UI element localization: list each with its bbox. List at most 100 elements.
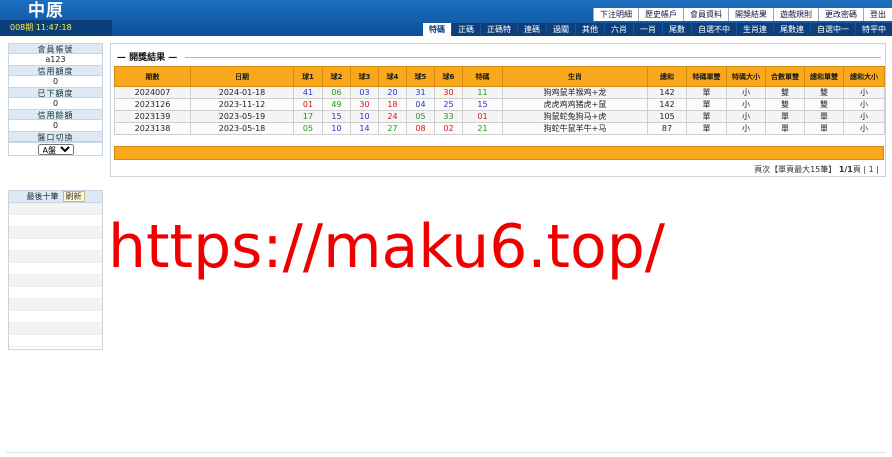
ball-cell: 04	[406, 98, 435, 111]
column-header: 合數單雙	[765, 66, 805, 87]
total-big-small-cell: 小	[843, 110, 885, 123]
top-link-3[interactable]: 開獎結果	[728, 8, 773, 21]
recent-bets-panel: 最後十筆 刷新	[8, 190, 103, 350]
composite-odd-even-cell: 單	[765, 110, 805, 123]
tab-2[interactable]: 正碼特	[481, 23, 517, 36]
account-value: a123	[8, 54, 103, 65]
tab-0[interactable]: 特碼	[423, 23, 451, 36]
issue-cell: 2023138	[114, 122, 191, 135]
composite-odd-even-cell: 雙	[765, 86, 805, 99]
tab-12[interactable]: 自選中一	[811, 23, 855, 36]
zodiac-cell: 虎虎鸡鸡猪虎+鼠	[502, 98, 648, 111]
top-link-2[interactable]: 會員資料	[683, 8, 728, 21]
tab-13[interactable]: 特平中	[856, 23, 892, 36]
top-link-5[interactable]: 更改密碼	[818, 8, 863, 21]
recent-bet-row	[9, 323, 102, 335]
column-header: 球1	[293, 66, 323, 87]
column-header: 球6	[434, 66, 463, 87]
credit-value: 0	[8, 76, 103, 87]
panel-title-text: 開獎結果	[129, 53, 166, 63]
refresh-button[interactable]: 刷新	[62, 191, 85, 202]
site-logo: 中原	[28, 1, 64, 21]
recent-bets-list	[9, 203, 102, 347]
tab-9[interactable]: 自選不中	[692, 23, 736, 36]
total-big-small-cell: 小	[843, 122, 885, 135]
zodiac-cell: 狗蛇牛鼠羊牛+马	[502, 122, 648, 135]
special-odd-even-cell: 單	[686, 98, 727, 111]
odds-switch-container: A盤	[8, 142, 103, 156]
tab-10[interactable]: 生肖連	[737, 23, 773, 36]
logo-area: 中原 008期 11:47:18	[0, 0, 112, 36]
watermark-url: https://maku6.top/	[108, 212, 665, 282]
tab-6[interactable]: 六肖	[605, 23, 633, 36]
tab-4[interactable]: 過關	[547, 23, 575, 36]
top-link-4[interactable]: 遊戲規則	[773, 8, 818, 21]
recent-bet-row	[9, 227, 102, 239]
column-header: 總和	[647, 66, 687, 87]
sum-cell: 87	[647, 122, 687, 135]
zodiac-cell: 狗鼠蛇兔狗马+虎	[502, 110, 648, 123]
ball-cell: 18	[378, 98, 407, 111]
period-clock: 008期 11:47:18	[0, 20, 112, 36]
top-link-0[interactable]: 下注明細	[593, 8, 638, 21]
game-tab-bar: 特碼 正碼 正碼特 連碼 過關 其他 六肖 一肖 尾數 自選不中 生肖連 尾數連 自選中一 特平中	[423, 23, 892, 36]
account-sidebar: 會員帳號 a123 信用額度 0 已下額度 0 信用餘額 0 盤口切換 A盤	[8, 43, 103, 156]
tab-11[interactable]: 尾數連	[774, 23, 810, 36]
recent-bet-row	[9, 215, 102, 227]
ball-cell: 24	[378, 110, 407, 123]
pagination: 頁次【單頁最大15筆】 1/1頁 | 1 |	[754, 164, 879, 175]
total-odd-even-cell: 單	[804, 110, 844, 123]
total-big-small-cell: 小	[843, 98, 885, 111]
date-cell: 2023-05-18	[190, 122, 294, 135]
tab-8[interactable]: 尾數	[663, 23, 691, 36]
ball-cell: 10	[350, 110, 379, 123]
sum-cell: 142	[647, 98, 687, 111]
issue-cell: 2023139	[114, 110, 191, 123]
special-cell: 11	[462, 86, 503, 99]
pager-links[interactable]: | 1 |	[863, 165, 879, 174]
ball-cell: 20	[378, 86, 407, 99]
table-header-row: 期數 日期 球1 球2 球3 球4 球5 球6 特碼 生肖 總和 特碼單雙 特碼大小 合數單雙 總和單雙 總和…	[114, 66, 885, 87]
ball-cell: 49	[322, 98, 351, 111]
column-header: 日期	[190, 66, 294, 87]
recent-bet-row	[9, 335, 102, 347]
results-table: 期數 日期 球1 球2 球3 球4 球5 球6 特碼 生肖 總和 特碼單雙 特碼大小 合數單雙 總和單雙 總和…	[114, 66, 885, 135]
switch-label: 盤口切換	[8, 131, 103, 142]
composite-odd-even-cell: 雙	[765, 98, 805, 111]
issue-cell: 2023126	[114, 98, 191, 111]
tab-3[interactable]: 連碼	[518, 23, 546, 36]
top-link-1[interactable]: 歷史帳戶	[638, 8, 683, 21]
tab-1[interactable]: 正碼	[452, 23, 480, 36]
ball-cell: 05	[406, 110, 435, 123]
results-panel: — 開獎結果 — 期數 日期 球1 球2 球3 球4 球5 球6 特碼 生肖 總和 特碼單雙 特碼大小合…	[110, 43, 886, 177]
tab-7[interactable]: 一肖	[634, 23, 662, 36]
ball-cell: 27	[378, 122, 407, 135]
column-header: 生肖	[502, 66, 648, 87]
top-link-6[interactable]: 登出	[863, 8, 892, 21]
special-big-small-cell: 小	[726, 122, 766, 135]
top-link-bar: 下注明細 歷史帳戶 會員資料 開獎結果 遊戲規則 更改密碼 登出	[593, 8, 892, 21]
tab-5[interactable]: 其他	[576, 23, 604, 36]
ball-cell: 41	[293, 86, 323, 99]
column-header: 總和單雙	[804, 66, 844, 87]
ball-cell: 17	[293, 110, 323, 123]
column-header: 期數	[114, 66, 191, 87]
pager-pages: 1/1	[838, 165, 853, 174]
special-big-small-cell: 小	[726, 110, 766, 123]
odds-switch-select[interactable]: A盤	[37, 144, 74, 155]
column-header: 球3	[350, 66, 379, 87]
ball-cell: 31	[406, 86, 435, 99]
ball-cell: 03	[350, 86, 379, 99]
credit-label: 信用額度	[8, 65, 103, 76]
recent-bet-row	[9, 311, 102, 323]
column-header: 球5	[406, 66, 435, 87]
ball-cell: 10	[322, 122, 351, 135]
recent-bet-row	[9, 299, 102, 311]
table-row: 2024007 2024-01-18 41 06 03 20 31 30 11 狗鸡鼠羊猴鸡+龙 1…	[114, 86, 885, 99]
ball-cell: 15	[322, 110, 351, 123]
recent-bet-row	[9, 275, 102, 287]
ball-cell: 33	[434, 110, 463, 123]
special-big-small-cell: 小	[726, 98, 766, 111]
column-header: 球4	[378, 66, 407, 87]
special-cell: 15	[462, 98, 503, 111]
